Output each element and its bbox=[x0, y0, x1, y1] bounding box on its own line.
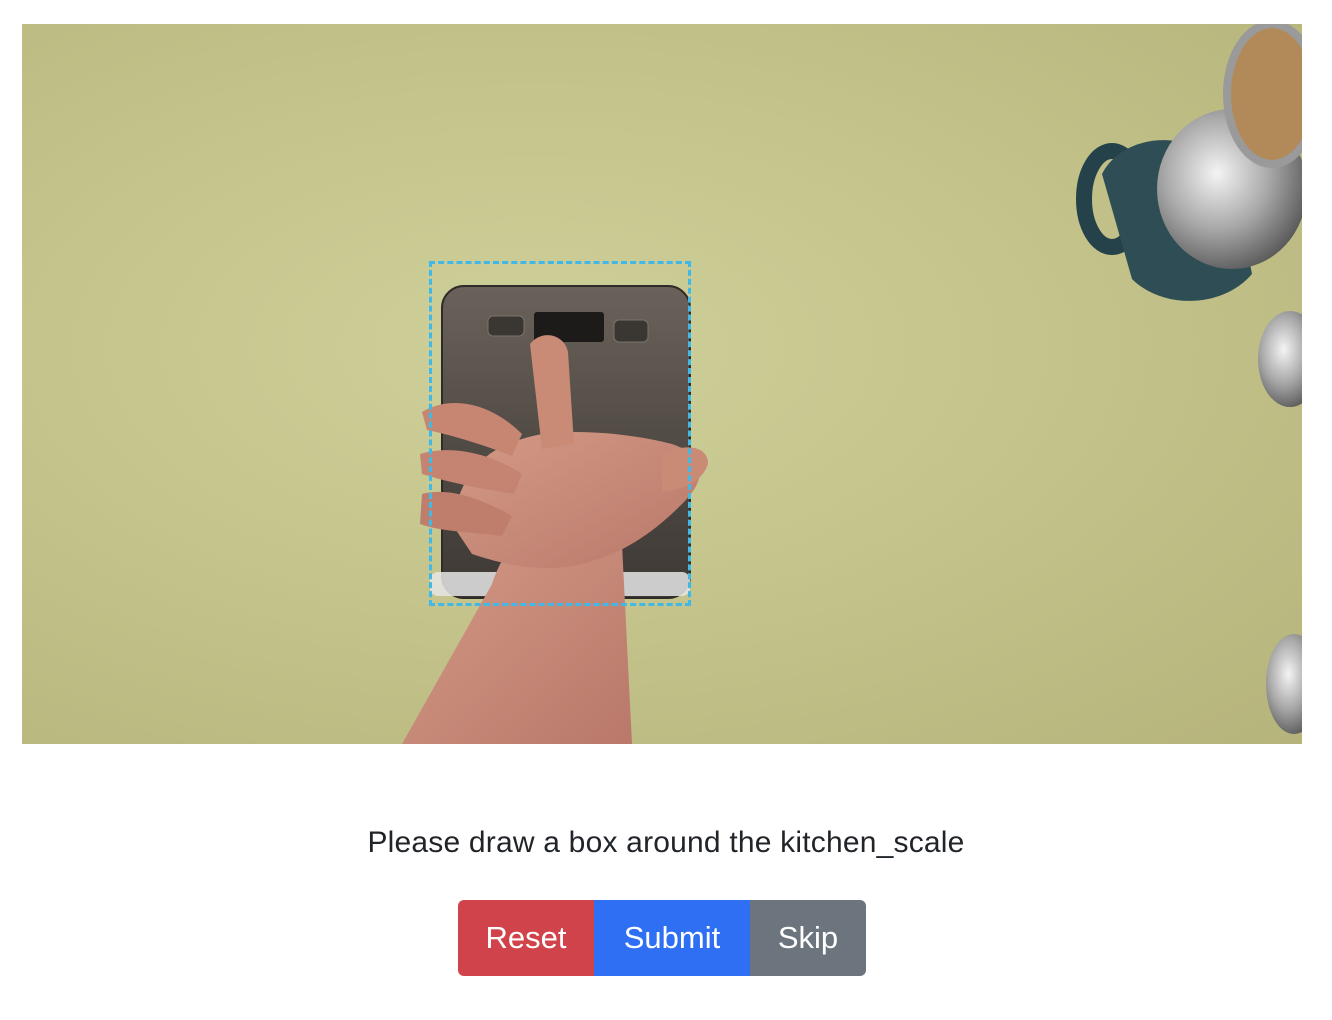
metal-cup bbox=[1258, 311, 1302, 407]
metal-object-bottom bbox=[1266, 634, 1302, 734]
action-button-group: Reset Submit Skip bbox=[458, 900, 866, 976]
instruction-text: Please draw a box around the kitchen_sca… bbox=[367, 826, 965, 859]
kettle bbox=[1157, 24, 1302, 269]
submit-button[interactable]: Submit bbox=[594, 900, 750, 976]
skip-button[interactable]: Skip bbox=[750, 900, 866, 976]
annotation-canvas[interactable] bbox=[22, 24, 1302, 744]
scene-image bbox=[402, 24, 1302, 744]
reset-button[interactable]: Reset bbox=[458, 900, 594, 976]
